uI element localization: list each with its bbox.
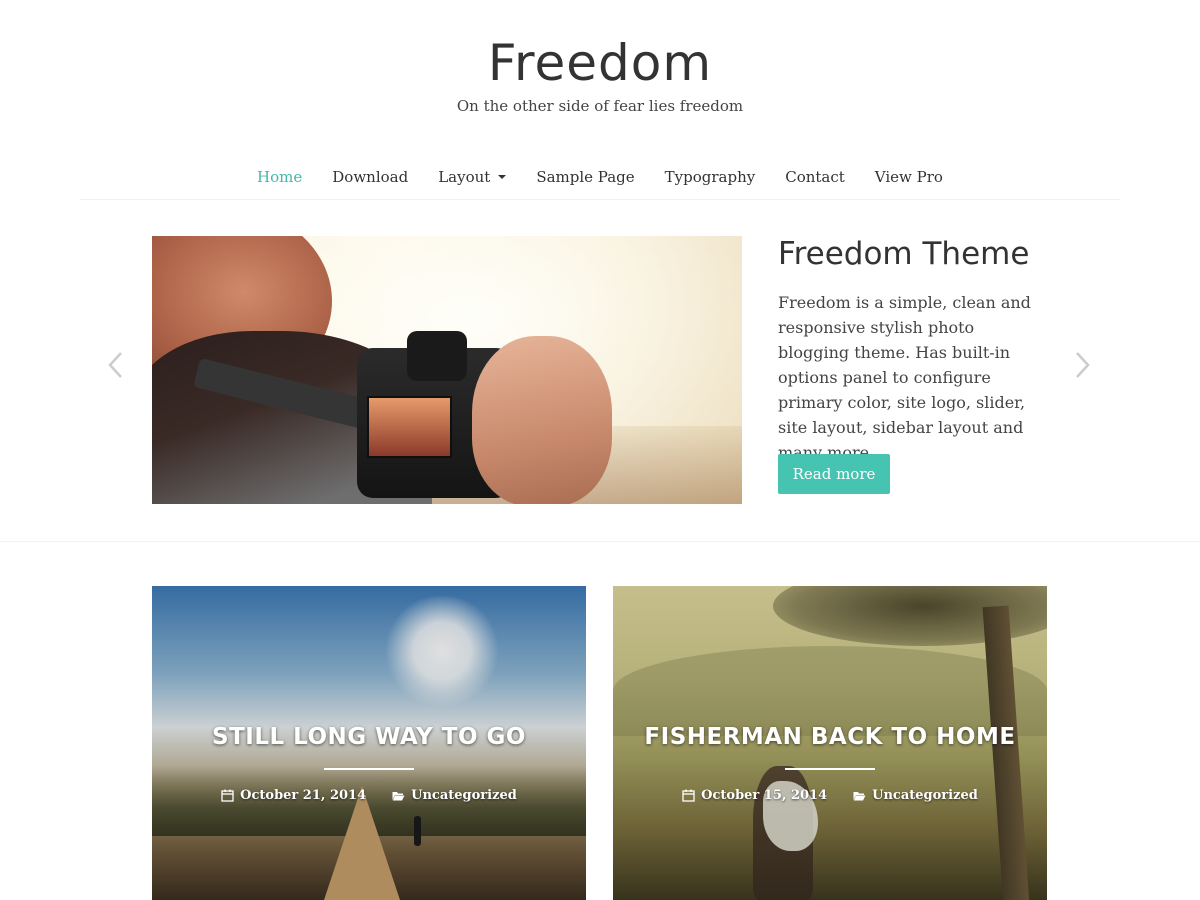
folder-open-icon xyxy=(392,792,405,801)
folder-open-icon xyxy=(853,792,866,801)
post-category[interactable]: Uncategorized xyxy=(392,788,517,803)
section-divider xyxy=(0,541,1200,542)
slider-next-button[interactable] xyxy=(1071,350,1093,380)
slide-title[interactable]: Freedom Theme xyxy=(778,236,1058,272)
nav-item-label: Contact xyxy=(785,168,845,186)
slide-content: Freedom Theme Freedom is a simple, clean… xyxy=(778,236,1058,494)
post-date[interactable]: October 21, 2014 xyxy=(221,788,366,803)
post-category[interactable]: Uncategorized xyxy=(853,788,978,803)
post-card[interactable]: FISHERMAN BACK TO HOME October 15, 2014 … xyxy=(613,586,1047,900)
title-underline xyxy=(785,768,875,770)
nav-item-download[interactable]: Download xyxy=(332,164,408,190)
site-tagline: On the other side of fear lies freedom xyxy=(456,97,744,115)
post-category-label: Uncategorized xyxy=(872,788,978,803)
post-date[interactable]: October 15, 2014 xyxy=(682,788,827,803)
calendar-icon xyxy=(221,789,234,802)
caret-down-icon xyxy=(498,175,507,179)
nav-item-label: Layout xyxy=(438,168,491,186)
post-card[interactable]: STILL LONG WAY TO GO October 21, 2014 Un… xyxy=(152,586,586,900)
nav-item-label: Download xyxy=(332,168,409,186)
nav-item-label: Typography xyxy=(664,168,756,186)
calendar-icon xyxy=(682,789,695,802)
slider-prev-button[interactable] xyxy=(105,350,127,380)
read-more-button[interactable]: Read more xyxy=(778,454,890,494)
post-date-label: October 15, 2014 xyxy=(701,788,828,803)
site-title[interactable]: Freedom xyxy=(0,34,1200,92)
slide-description: Freedom is a simple, clean and responsiv… xyxy=(778,293,1031,462)
site-header: Freedom On the other side of fear lies f… xyxy=(0,0,1200,200)
main-navigation: Home Download Layout Sample Page Typogra… xyxy=(0,164,1200,190)
nav-item-sample-page[interactable]: Sample Page xyxy=(536,164,634,190)
chevron-left-icon xyxy=(108,352,122,378)
post-meta: October 21, 2014 Uncategorized xyxy=(152,788,586,803)
nav-item-label: View Pro xyxy=(874,168,943,186)
post-date-label: October 21, 2014 xyxy=(240,788,367,803)
nav-item-contact[interactable]: Contact xyxy=(785,164,845,190)
post-category-label: Uncategorized xyxy=(411,788,517,803)
post-title[interactable]: STILL LONG WAY TO GO xyxy=(152,724,586,750)
featured-slider: Freedom Theme Freedom is a simple, clean… xyxy=(0,200,1200,542)
nav-item-layout[interactable]: Layout xyxy=(438,164,507,190)
nav-item-home[interactable]: Home xyxy=(257,164,302,190)
slide-image-photographer[interactable] xyxy=(152,236,742,504)
post-meta: October 15, 2014 Uncategorized xyxy=(613,788,1047,803)
nav-item-label: Home xyxy=(257,168,303,186)
title-underline xyxy=(324,768,414,770)
chevron-right-icon xyxy=(1076,352,1090,378)
nav-item-view-pro[interactable]: View Pro xyxy=(875,164,943,190)
post-title[interactable]: FISHERMAN BACK TO HOME xyxy=(613,724,1047,750)
nav-item-label: Sample Page xyxy=(536,168,635,186)
nav-item-typography[interactable]: Typography xyxy=(665,164,756,190)
